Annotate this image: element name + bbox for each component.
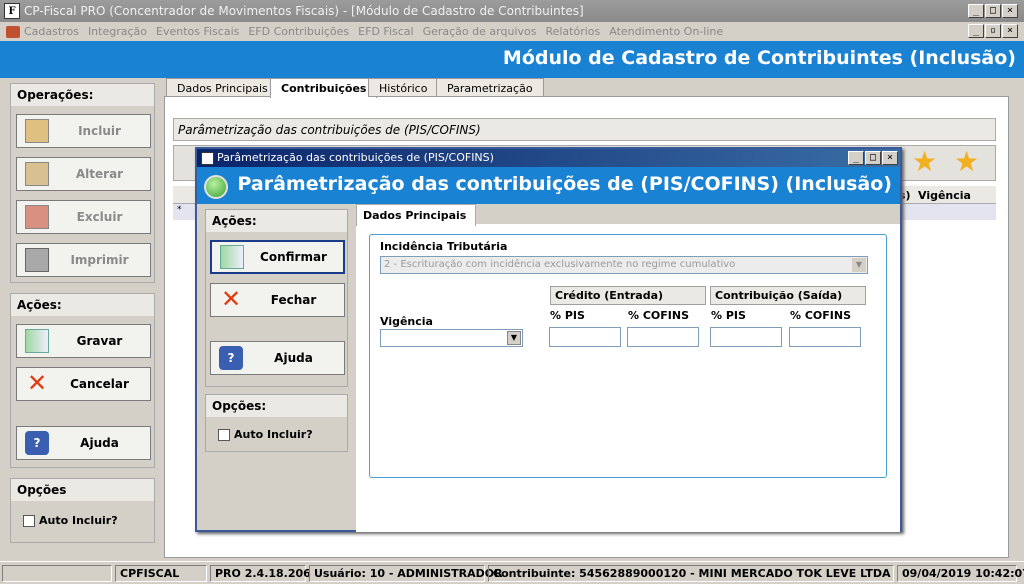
dialog-acoes-title: Ações: — [206, 210, 347, 232]
credito-cofins-label: % COFINS — [628, 309, 690, 322]
auto-incluir-option[interactable]: Auto Incluir? — [23, 514, 118, 527]
ajuda-button[interactable]: ? Ajuda — [16, 426, 151, 460]
status-user: Usuário: 10 - ADMINISTRADOR — [309, 564, 503, 582]
minimize-button[interactable]: _ — [968, 4, 984, 18]
dialog-header: Parâmetrização das contribuições de (PIS… — [197, 167, 900, 204]
cancelar-button[interactable]: ✕ Cancelar — [16, 367, 151, 401]
dialog-title: Parâmetrização das contribuições de (PIS… — [217, 151, 494, 164]
chevron-down-icon: ▼ — [507, 331, 521, 345]
menu-relatorios[interactable]: Relatórios — [545, 25, 600, 38]
dialog-close-button[interactable]: × — [882, 151, 898, 165]
incidencia-label: Incidência Tributária — [380, 240, 508, 253]
auto-incluir-checkbox[interactable] — [23, 515, 35, 527]
status-bar: CPFISCAL PRO 2.4.18.206 Usuário: 10 - AD… — [0, 561, 1024, 584]
section-header: Parâmetrização das contribuições de (PIS… — [173, 118, 996, 141]
maximize-button[interactable]: □ — [985, 4, 1001, 18]
child-close-button[interactable]: × — [1002, 24, 1018, 38]
contribuicao-cofins-label: % COFINS — [790, 309, 852, 322]
imprimir-button[interactable]: Imprimir — [16, 243, 151, 277]
page-header: Módulo de Cadastro de Contribuintes (Inc… — [0, 41, 1024, 78]
dialog-logo-icon — [201, 151, 214, 165]
incidencia-select[interactable]: 2 - Escrituração com incidência exclusiv… — [380, 256, 868, 274]
dialog-titlebar: Parâmetrização das contribuições de (PIS… — [197, 149, 900, 167]
incluir-button[interactable]: Incluir — [16, 114, 151, 148]
confirmar-button[interactable]: Confirmar — [210, 240, 345, 274]
dados-principais-group: Incidência Tributária 2 - Escrituração c… — [369, 234, 887, 478]
menu-atendimento[interactable]: Atendimento On-line — [609, 25, 723, 38]
grid-col-vigencia: Vigência — [918, 189, 971, 202]
window-title: CP-Fiscal PRO (Concentrador de Movimento… — [24, 4, 584, 18]
opcoes-title: Opções — [11, 479, 154, 501]
tab-parametrizacao[interactable]: Parametrização — [436, 78, 544, 97]
credito-pis-input[interactable] — [549, 327, 621, 347]
excluir-button[interactable]: Excluir — [16, 200, 151, 234]
alterar-button[interactable]: Alterar — [16, 157, 151, 191]
status-datetime: 09/04/2019 10:42:07 — [897, 564, 1024, 582]
help-shield-icon: ? — [25, 431, 49, 455]
menu-integracao[interactable]: Integração — [88, 25, 147, 38]
menu-geracao-arquivos[interactable]: Geração de arquivos — [423, 25, 537, 38]
menu-efd-contribuicoes[interactable]: EFD Contribuições — [248, 25, 349, 38]
menu-bar: Cadastros Integração Eventos Fiscais EFD… — [0, 22, 1024, 41]
acoes-title: Ações: — [11, 294, 154, 316]
menu-efd-fiscal[interactable]: EFD Fiscal — [358, 25, 413, 38]
credito-header: Crédito (Entrada) — [550, 286, 706, 305]
dialog-tab-dados-principais[interactable]: Dados Principais — [356, 204, 476, 226]
dialog-acoes-panel: Ações: Confirmar ✕ Fechar ? Ajuda — [205, 209, 348, 387]
credito-pis-label: % PIS — [550, 309, 585, 322]
operacoes-panel: Operações: Incluir Alterar Excluir Impri… — [10, 83, 155, 283]
star-remove-icon[interactable]: ★ — [954, 147, 979, 177]
contribuicao-pis-label: % PIS — [711, 309, 746, 322]
contribuicao-header: Contribuição (Saída) — [710, 286, 866, 305]
dialog-ajuda-button[interactable]: ? Ajuda — [210, 341, 345, 375]
credito-cofins-input[interactable] — [627, 327, 699, 347]
child-window-controls: _ ▫ × — [968, 24, 1018, 38]
vigencia-label: Vigência — [380, 315, 433, 328]
cancel-x-icon: ✕ — [26, 369, 48, 397]
tab-dados-principais[interactable]: Dados Principais — [166, 78, 279, 97]
save-icon — [25, 329, 49, 353]
status-led-icon — [204, 175, 228, 199]
edit-contact-icon — [25, 162, 49, 186]
contribuicao-pis-input[interactable] — [710, 327, 782, 347]
opcoes-panel: Opções Auto Incluir? — [10, 478, 155, 543]
dialog-auto-incluir-checkbox[interactable] — [218, 429, 230, 441]
close-x-icon: ✕ — [220, 285, 242, 313]
menu-cadastros[interactable]: Cadastros — [24, 25, 79, 38]
tab-historico[interactable]: Histórico — [368, 78, 439, 97]
delete-contact-icon — [25, 205, 49, 229]
dialog-minimize-button[interactable]: _ — [848, 151, 864, 165]
confirm-icon — [220, 245, 244, 269]
chevron-down-icon: ▼ — [852, 258, 866, 272]
fechar-button[interactable]: ✕ Fechar — [210, 283, 345, 317]
dialog-opcoes-title: Opções: — [206, 395, 347, 417]
acoes-panel: Ações: Gravar ✕ Cancelar ? Ajuda — [10, 293, 155, 468]
vigencia-select[interactable]: ▼ — [380, 329, 523, 347]
status-contribuinte: Contribuinte: 54562889000120 - MINI MERC… — [488, 564, 894, 582]
child-minimize-button[interactable]: _ — [968, 24, 984, 38]
dialog-window-controls: _ □ × — [848, 151, 898, 165]
dialog-auto-incluir-option[interactable]: Auto Incluir? — [218, 428, 313, 441]
gravar-button[interactable]: Gravar — [16, 324, 151, 358]
window-titlebar: F CP-Fiscal PRO (Concentrador de Movimen… — [0, 0, 1024, 22]
contribuicao-cofins-input[interactable] — [789, 327, 861, 347]
close-button[interactable]: × — [1002, 4, 1018, 18]
window-controls: _ □ × — [968, 4, 1018, 18]
add-contact-icon — [25, 119, 49, 143]
star-icon[interactable]: ★ — [912, 147, 937, 177]
app-logo: F — [4, 3, 20, 19]
status-module: CPFISCAL — [115, 564, 207, 582]
child-restore-button[interactable]: ▫ — [985, 24, 1001, 38]
help-shield-icon: ? — [219, 346, 243, 370]
dialog-opcoes-panel: Opções: Auto Incluir? — [205, 394, 348, 452]
app-menu-icon[interactable] — [6, 25, 20, 38]
row-marker: * — [177, 205, 182, 215]
menu-eventos-fiscais[interactable]: Eventos Fiscais — [156, 25, 239, 38]
dialog-maximize-button[interactable]: □ — [865, 151, 881, 165]
printer-icon — [25, 248, 49, 272]
tab-contribuicoes[interactable]: Contribuições — [270, 78, 378, 98]
status-version: PRO 2.4.18.206 — [210, 564, 311, 582]
operacoes-title: Operações: — [11, 84, 154, 106]
parametrizacao-dialog: Parâmetrização das contribuições de (PIS… — [195, 147, 902, 532]
